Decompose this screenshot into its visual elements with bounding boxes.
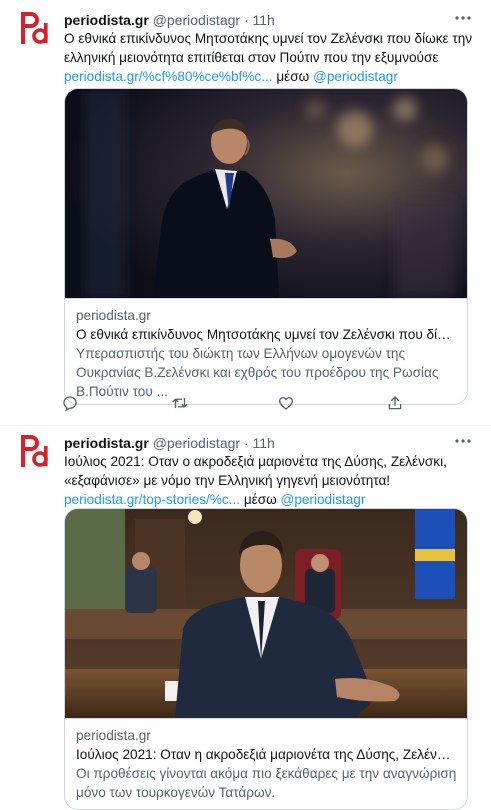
card-photo-politician	[65, 89, 467, 298]
link-card[interactable]: periodista.gr Ο εθνικά επικίνδυνος Μητσο…	[64, 88, 468, 405]
tweet-link[interactable]: periodista.gr/top-stories/%c...	[64, 492, 240, 507]
tweet-actions	[61, 394, 404, 414]
tweet-body: Ιούλιος 2021: Οταν ο ακροδεξιά μαριονέτα…	[64, 454, 447, 488]
timestamp[interactable]: 11h	[253, 435, 275, 451]
via-handle-link[interactable]: @periodistagr	[281, 492, 366, 507]
avatar[interactable]	[18, 433, 50, 469]
card-image[interactable]	[65, 89, 467, 298]
tweet-header: periodista.gr @periodistagr · 11h	[64, 11, 463, 29]
via-label: μέσω	[243, 492, 277, 507]
separator: ·	[243, 12, 249, 28]
card-domain: periodista.gr	[76, 308, 151, 323]
card-description: Οι προθέσεις γίνονται ακόμα πιο ξεκάθαρε…	[76, 766, 457, 800]
retweet-icon[interactable]	[171, 394, 189, 412]
card-meta: periodista.gr Ο εθνικά επικίνδυνος Μητσο…	[65, 298, 467, 404]
periodista-logo-icon	[21, 12, 48, 44]
tweet-header: periodista.gr @periodistagr · 11h	[64, 434, 463, 452]
tweet-text: Ιούλιος 2021: Οταν ο ακροδεξιά μαριονέτα…	[64, 452, 476, 509]
tweet-link[interactable]: periodista.gr/%cf%80%ce%bf%c...	[64, 69, 273, 84]
card-title: Ιούλιος 2021: Οταν η ακροδεξιά μαριονέτα…	[76, 747, 457, 762]
author-handle[interactable]: @periodistagr	[153, 12, 240, 28]
author-name[interactable]: periodista.gr	[64, 435, 149, 451]
share-icon[interactable]	[386, 394, 404, 412]
timestamp[interactable]: 11h	[253, 12, 275, 28]
more-dots-icon[interactable]	[453, 8, 473, 28]
card-meta: periodista.gr Ιούλιος 2021: Οταν η ακροδ…	[65, 718, 467, 802]
avatar[interactable]	[18, 10, 50, 46]
more-dots-icon[interactable]	[453, 431, 473, 451]
card-domain: periodista.gr	[76, 728, 151, 743]
tweet[interactable]: periodista.gr @periodistagr · 11h Ιούλιο…	[0, 425, 491, 810]
timeline-feed: periodista.gr @periodistagr · 11h Ο εθνι…	[0, 0, 491, 810]
author-name[interactable]: periodista.gr	[64, 12, 149, 28]
card-image[interactable]	[65, 509, 467, 718]
card-description: Υπερασπιστής του διώκτη των Ελλήνων ομογ…	[76, 346, 439, 399]
via-label: μέσω	[276, 69, 310, 84]
author-handle[interactable]: @periodistagr	[153, 435, 240, 451]
tweet-text: Ο εθνικά επικίνδυνος Μητσοτάκης υμνεί το…	[64, 29, 476, 86]
tweet[interactable]: periodista.gr @periodistagr · 11h Ο εθνι…	[0, 0, 491, 426]
card-photo-courtroom	[65, 509, 467, 718]
reply-icon[interactable]	[61, 394, 79, 412]
link-card[interactable]: periodista.gr Ιούλιος 2021: Οταν η ακροδ…	[64, 508, 468, 810]
periodista-logo-icon	[21, 435, 48, 467]
via-handle-link[interactable]: @periodistagr	[313, 69, 398, 84]
tweet-body: Ο εθνικά επικίνδυνος Μητσοτάκης υμνεί το…	[64, 31, 473, 65]
separator: ·	[243, 435, 249, 451]
card-title: Ο εθνικά επικίνδυνος Μητσοτάκης υμνεί το…	[76, 327, 457, 342]
like-icon[interactable]	[277, 394, 295, 412]
